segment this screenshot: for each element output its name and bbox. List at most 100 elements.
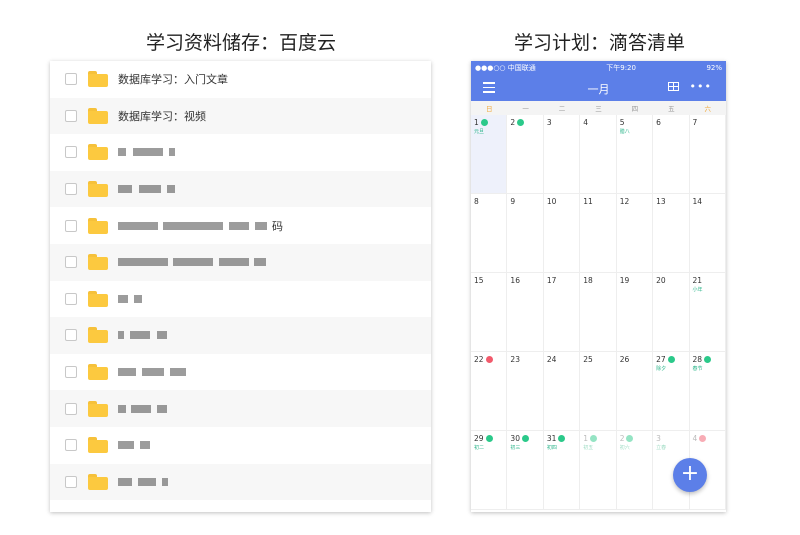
day-number: 27 (656, 355, 666, 364)
day-cell[interactable]: 18 (580, 273, 617, 352)
task-badge-icon (517, 119, 525, 126)
day-number-wrap: 13 (656, 197, 666, 206)
redacted-file-name: 码 (118, 218, 283, 234)
day-number-wrap: 2 (620, 434, 634, 443)
day-cell[interactable]: 25 (580, 352, 617, 431)
row-checkbox[interactable] (65, 109, 77, 122)
file-row[interactable] (50, 427, 431, 464)
day-cell[interactable]: 2 初六 (616, 431, 654, 510)
file-row[interactable] (50, 170, 431, 208)
day-cell[interactable]: 14 (689, 194, 726, 273)
day-cell[interactable]: 12 (616, 194, 654, 273)
day-cell[interactable]: 17 (543, 273, 581, 352)
row-checkbox[interactable] (65, 402, 77, 415)
row-checkbox[interactable] (65, 73, 77, 86)
task-badge-icon (626, 435, 634, 442)
day-cell[interactable]: 9 (507, 194, 544, 273)
day-cell[interactable]: 26 (616, 352, 654, 431)
folder-icon (88, 473, 108, 490)
row-checkbox[interactable] (65, 183, 77, 196)
row-checkbox[interactable] (65, 256, 77, 269)
day-cell[interactable]: 19 (616, 273, 654, 352)
lunar-label: 元旦 (474, 129, 485, 135)
day-number-wrap: 7 (693, 118, 698, 127)
day-cell[interactable]: 16 (507, 273, 544, 352)
day-cell[interactable]: 2 (507, 115, 544, 194)
file-name: 码 (272, 219, 283, 233)
day-number: 3 (656, 434, 661, 443)
day-cell[interactable]: 1 元旦 (471, 115, 508, 194)
day-cell[interactable]: 13 (653, 194, 690, 273)
day-cell[interactable]: 5 腊八 (616, 115, 654, 194)
day-cell[interactable]: 7 (689, 115, 726, 194)
day-cell[interactable]: 30 初三 (507, 431, 544, 510)
row-checkbox[interactable] (65, 219, 77, 232)
day-cell[interactable]: 31 初四 (543, 431, 581, 510)
day-number-wrap: 1 (474, 118, 488, 127)
day-number: 29 (474, 434, 484, 443)
file-name[interactable]: 数据库学习：入门文章 (118, 71, 228, 87)
day-cell[interactable]: 1 初五 (580, 431, 617, 510)
calendar-grid-icon[interactable] (668, 82, 679, 91)
day-number-wrap: 2 (510, 118, 525, 127)
day-cell[interactable]: 23 (507, 352, 544, 431)
add-task-button[interactable]: + (673, 458, 707, 492)
row-checkbox[interactable] (65, 292, 77, 305)
day-number: 1 (474, 118, 479, 127)
redacted-file-name (118, 294, 144, 303)
file-name[interactable]: 数据库学习：视频 (118, 108, 206, 124)
carrier-label: ●●●○○ 中国联通 (475, 63, 536, 72)
row-checkbox[interactable] (65, 366, 77, 379)
day-number: 16 (510, 276, 520, 285)
day-cell[interactable]: 29 初二 (471, 431, 508, 510)
file-row[interactable] (50, 390, 431, 427)
redacted-file-name (118, 477, 170, 486)
day-number: 4 (583, 118, 589, 127)
file-row[interactable]: 数据库学习：入门文章 (50, 61, 431, 98)
file-row[interactable]: 码 (50, 207, 431, 244)
day-cell[interactable]: 15 (471, 273, 508, 352)
day-cell[interactable]: 6 (653, 115, 690, 194)
file-row[interactable] (50, 317, 431, 354)
day-cell[interactable]: 4 (580, 115, 617, 194)
day-number: 15 (474, 276, 484, 285)
day-number-wrap: 26 (620, 355, 630, 364)
day-number: 17 (546, 276, 557, 285)
redacted-file-name (118, 331, 169, 340)
row-checkbox[interactable] (65, 329, 77, 342)
day-number-wrap: 20 (656, 276, 666, 285)
day-cell[interactable]: 8 (471, 194, 508, 273)
day-number-wrap: 21 (693, 276, 703, 285)
day-cell[interactable]: 24 (543, 352, 581, 431)
file-row[interactable] (50, 354, 431, 391)
day-cell[interactable]: 22 (471, 352, 508, 431)
day-cell[interactable]: 27 除夕 (653, 352, 690, 431)
file-row[interactable] (50, 243, 431, 281)
day-cell[interactable]: 28 春节 (689, 352, 726, 431)
day-cell[interactable]: 21 小年 (689, 273, 726, 352)
file-row[interactable]: 数据库学习：视频 (50, 97, 431, 135)
day-number-wrap: 22 (474, 355, 493, 364)
row-checkbox[interactable] (65, 475, 77, 488)
day-number: 25 (583, 355, 593, 364)
file-row[interactable] (50, 281, 431, 318)
month-title[interactable]: 一月 (471, 81, 726, 97)
more-icon[interactable]: ••• (690, 80, 712, 93)
lunar-label: 初五 (583, 445, 594, 451)
day-number-wrap: 17 (547, 276, 557, 285)
row-checkbox[interactable] (65, 146, 77, 159)
day-cell[interactable]: 10 (543, 194, 581, 273)
day-number: 31 (546, 434, 557, 443)
day-cell[interactable]: 20 (653, 273, 690, 352)
weekday-label: 六 (704, 105, 711, 113)
folder-icon (88, 290, 108, 307)
day-cell[interactable]: 3 (543, 115, 581, 194)
status-bar: ●●●○○ 中国联通 下午9:20 92% (471, 61, 726, 74)
day-number: 22 (474, 355, 484, 364)
row-checkbox[interactable] (65, 439, 77, 452)
day-number-wrap: 16 (510, 276, 520, 285)
day-cell[interactable]: 11 (580, 194, 617, 273)
file-row[interactable] (50, 134, 431, 171)
day-number-wrap: 15 (474, 276, 484, 285)
file-row[interactable] (50, 463, 431, 501)
